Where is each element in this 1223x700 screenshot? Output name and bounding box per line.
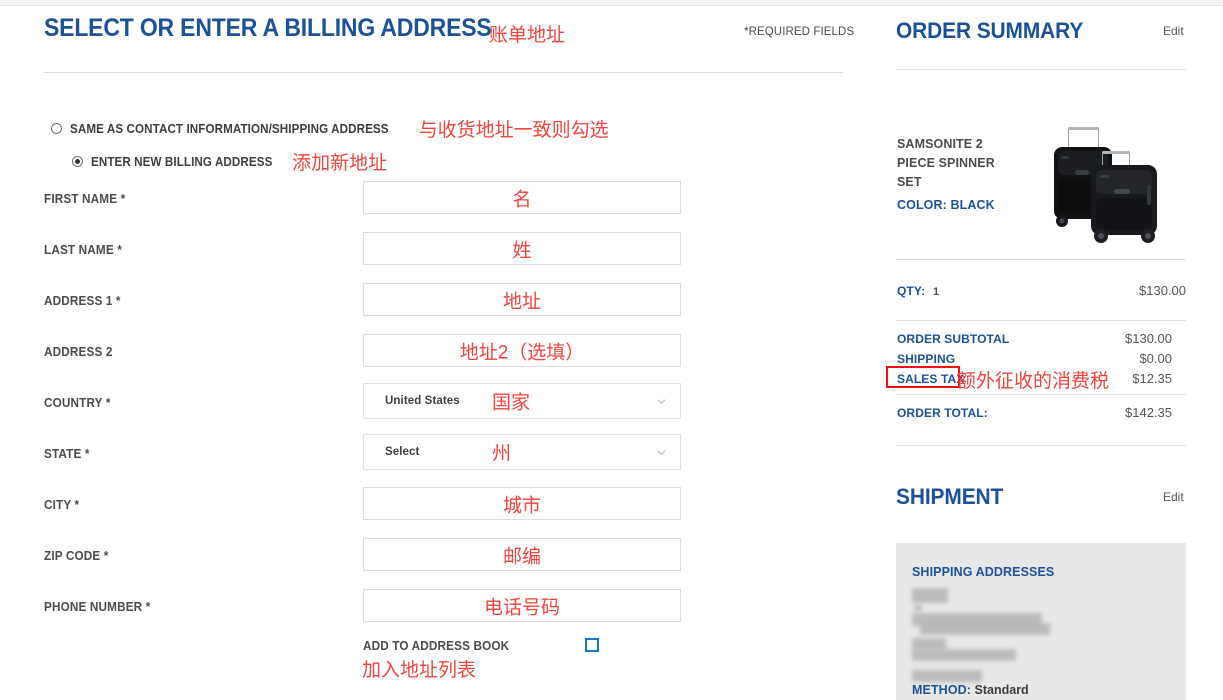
- radio-label-new-billing-address: ENTER NEW BILLING ADDRESS: [91, 154, 273, 169]
- shipment-panel: SHIPPING ADDRESSES METHOD: Standard: [896, 543, 1186, 700]
- qty-value: 1: [933, 286, 940, 298]
- label-order-subtotal: ORDER SUBTOTAL: [897, 332, 1010, 346]
- label-order-total: ORDER TOTAL:: [897, 406, 988, 420]
- label-country: COUNTRY *: [44, 396, 111, 410]
- page-title: SELECT OR ENTER A BILLING ADDRESS: [44, 14, 492, 42]
- redacted-address-line-6: [912, 649, 1016, 661]
- input-city[interactable]: 城市: [363, 487, 681, 520]
- annotation-add-to-address-book: 加入地址列表: [362, 660, 477, 681]
- label-first-name: FIRST NAME *: [44, 192, 126, 206]
- radio-option-same-as-shipping[interactable]: SAME AS CONTACT INFORMATION/SHIPPING ADD…: [51, 115, 609, 142]
- annotation-address-2: 地址2（选填）: [459, 342, 585, 363]
- redacted-address-line-4: [920, 623, 1050, 635]
- required-fields-note: *REQUIRED FIELDS: [744, 26, 855, 38]
- annotation-city: 城市: [502, 495, 541, 516]
- order-summary-title: ORDER SUMMARY: [896, 18, 1084, 43]
- shipping-method-key: METHOD:: [912, 683, 972, 697]
- radio-annotation-same-as-shipping: 与收货地址一致则勾选: [418, 120, 609, 141]
- label-shipping: SHIPPING: [897, 352, 956, 366]
- value-sales-tax: $12.35: [1132, 371, 1172, 386]
- select-state-value: Select: [385, 446, 420, 458]
- product-name: SAMSONITE 2 PIECE SPINNER SET: [897, 137, 995, 189]
- qty-price: $130.00: [1139, 283, 1186, 298]
- radio-label-same-as-shipping: SAME AS CONTACT INFORMATION/SHIPPING ADD…: [70, 121, 389, 136]
- input-address-2[interactable]: 地址2（选填）: [363, 334, 681, 367]
- shipping-method: METHOD: Standard: [912, 683, 1029, 697]
- shipment-edit-link[interactable]: Edit: [1163, 490, 1184, 504]
- page-title-annotation: 账单地址: [489, 25, 566, 46]
- label-state: STATE *: [44, 447, 90, 461]
- shipment-title: SHIPMENT: [896, 484, 1004, 509]
- order-summary-divider-top: [896, 69, 1186, 70]
- input-address-1[interactable]: 地址: [363, 283, 681, 316]
- label-address-1: ADDRESS 1 *: [44, 294, 121, 308]
- annotation-address-1: 地址: [502, 291, 541, 312]
- label-last-name: LAST NAME *: [44, 243, 122, 257]
- order-summary-divider-product: [896, 259, 1186, 260]
- select-country[interactable]: United States 国家: [363, 383, 681, 419]
- billing-address-section: SELECT OR ENTER A BILLING ADDRESS 账单地址 *…: [0, 5, 875, 700]
- label-zip-code: ZIP CODE *: [44, 549, 109, 563]
- radio-option-new-billing-address[interactable]: ENTER NEW BILLING ADDRESS 添加新地址: [72, 148, 387, 175]
- annotation-state: 州: [492, 443, 512, 465]
- chevron-down-icon[interactable]: [657, 448, 666, 457]
- value-order-subtotal: $130.00: [1125, 331, 1172, 346]
- annotation-last-name: 姓: [512, 240, 532, 261]
- sales-tax-highlight-box: [886, 366, 960, 388]
- input-last-name[interactable]: 姓: [363, 232, 681, 265]
- input-first-name[interactable]: 名: [363, 181, 681, 214]
- annotation-phone-number: 电话号码: [483, 597, 560, 618]
- shipping-addresses-title: SHIPPING ADDRESSES: [912, 565, 1055, 579]
- checkbox-add-to-address-book[interactable]: [585, 638, 599, 652]
- label-add-to-address-book: ADD TO ADDRESS BOOK: [363, 639, 510, 653]
- label-phone-number: PHONE NUMBER *: [44, 600, 151, 614]
- value-order-total: $142.35: [1125, 405, 1172, 420]
- label-address-2: ADDRESS 2: [44, 345, 113, 359]
- sales-tax-annotation: 额外征收的消费税: [957, 371, 1110, 392]
- chevron-down-icon[interactable]: [657, 397, 666, 406]
- order-summary-divider-totals: [896, 320, 1186, 321]
- qty-label: QTY:: [897, 284, 926, 298]
- redacted-address-line-7: [912, 670, 982, 682]
- order-summary-divider-bottom: [896, 445, 1186, 446]
- product-image-luggage-set: [1045, 123, 1180, 245]
- radio-icon-selected[interactable]: [72, 156, 83, 167]
- order-summary-edit-link[interactable]: Edit: [1163, 24, 1184, 38]
- select-country-value: United States: [385, 395, 460, 407]
- value-shipping: $0.00: [1139, 351, 1172, 366]
- input-phone-number[interactable]: 电话号码: [363, 589, 681, 622]
- order-summary-divider-total: [896, 394, 1186, 395]
- radio-icon-unselected[interactable]: [51, 123, 62, 134]
- annotation-first-name: 名: [512, 189, 532, 210]
- select-state[interactable]: Select 州: [363, 434, 681, 470]
- section-divider: [44, 72, 843, 73]
- annotation-zip-code: 邮编: [502, 546, 541, 567]
- input-zip-code[interactable]: 邮编: [363, 538, 681, 571]
- product-color: COLOR: BLACK: [897, 198, 995, 212]
- label-city: CITY *: [44, 498, 80, 512]
- radio-annotation-new-billing-address: 添加新地址: [292, 153, 388, 174]
- shipping-method-value: Standard: [974, 683, 1029, 697]
- redacted-address-line-2: [914, 605, 922, 611]
- redacted-address-line-1: [912, 588, 948, 603]
- annotation-country: 国家: [492, 392, 531, 414]
